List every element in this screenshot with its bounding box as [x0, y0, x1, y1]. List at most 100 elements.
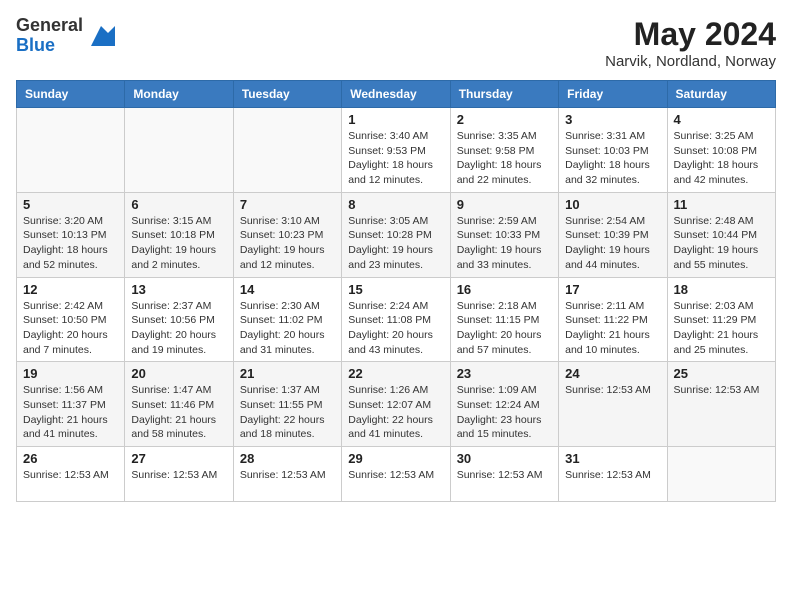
day-info: Sunrise: 3:40 AM Sunset: 9:53 PM Dayligh… [348, 129, 443, 188]
calendar-cell: 10Sunrise: 2:54 AM Sunset: 10:39 PM Dayl… [559, 192, 667, 277]
day-info: Sunrise: 3:25 AM Sunset: 10:08 PM Daylig… [674, 129, 769, 188]
calendar-cell [17, 108, 125, 193]
calendar-header-row: SundayMondayTuesdayWednesdayThursdayFrid… [17, 81, 776, 108]
day-info: Sunrise: 2:18 AM Sunset: 11:15 PM Daylig… [457, 299, 552, 358]
day-info: Sunrise: 12:53 AM [240, 468, 335, 483]
calendar-cell: 8 Sunrise: 3:05 AM Sunset: 10:28 PM Dayli… [342, 192, 450, 277]
day-number: 6 [131, 197, 226, 212]
calendar-cell: 6 Sunrise: 3:15 AM Sunset: 10:18 PM Dayli… [125, 192, 233, 277]
day-number: 29 [348, 451, 443, 466]
day-number: 14 [240, 282, 335, 297]
calendar-cell: 2 Sunrise: 3:35 AM Sunset: 9:58 PM Daylig… [450, 108, 558, 193]
day-info: Sunrise: 3:10 AM Sunset: 10:23 PM Daylig… [240, 214, 335, 273]
day-info: Sunrise: 1:37 AM Sunset: 11:55 PM Daylig… [240, 383, 335, 442]
day-info: Sunrise: 12:53 AM [348, 468, 443, 483]
day-number: 18 [674, 282, 769, 297]
day-info: Sunrise: 3:35 AM Sunset: 9:58 PM Dayligh… [457, 129, 552, 188]
day-number: 20 [131, 366, 226, 381]
calendar-cell: 11Sunrise: 2:48 AM Sunset: 10:44 PM Dayl… [667, 192, 775, 277]
day-info: Sunrise: 1:26 AM Sunset: 12:07 AM Daylig… [348, 383, 443, 442]
day-info: Sunrise: 2:42 AM Sunset: 10:50 PM Daylig… [23, 299, 118, 358]
day-number: 8 [348, 197, 443, 212]
calendar-cell: 28 Sunrise: 12:53 AM [233, 447, 341, 502]
day-info: Sunrise: 3:31 AM Sunset: 10:03 PM Daylig… [565, 129, 660, 188]
day-number: 17 [565, 282, 660, 297]
day-info: Sunrise: 2:37 AM Sunset: 10:56 PM Daylig… [131, 299, 226, 358]
day-info: Sunrise: 12:53 AM [565, 383, 660, 398]
calendar-cell: 3Sunrise: 3:31 AM Sunset: 10:03 PM Dayli… [559, 108, 667, 193]
day-info: Sunrise: 3:15 AM Sunset: 10:18 PM Daylig… [131, 214, 226, 273]
calendar-cell [667, 447, 775, 502]
day-number: 23 [457, 366, 552, 381]
day-header-sunday: Sunday [17, 81, 125, 108]
day-info: Sunrise: 2:30 AM Sunset: 11:02 PM Daylig… [240, 299, 335, 358]
calendar-cell: 12 Sunrise: 2:42 AM Sunset: 10:50 PM Dayl… [17, 277, 125, 362]
header: General Blue May 2024 Narvik, Nordland, … [16, 16, 776, 70]
calendar-cell: 18 Sunrise: 2:03 AM Sunset: 11:29 PM Dayl… [667, 277, 775, 362]
day-number: 7 [240, 197, 335, 212]
calendar-week-row: 26Sunrise: 12:53 AM27Sunrise: 12:53 AM28… [17, 447, 776, 502]
day-number: 12 [23, 282, 118, 297]
calendar-cell: 26Sunrise: 12:53 AM [17, 447, 125, 502]
day-number: 15 [348, 282, 443, 297]
day-info: Sunrise: 2:11 AM Sunset: 11:22 PM Daylig… [565, 299, 660, 358]
calendar-cell: 25 Sunrise: 12:53 AM [667, 362, 775, 447]
day-header-saturday: Saturday [667, 81, 775, 108]
calendar-cell: 29 Sunrise: 12:53 AM [342, 447, 450, 502]
day-number: 5 [23, 197, 118, 212]
calendar-week-row: 1 Sunrise: 3:40 AM Sunset: 9:53 PM Daylig… [17, 108, 776, 193]
location-subtitle: Narvik, Nordland, Norway [605, 53, 776, 70]
day-info: Sunrise: 3:20 AM Sunset: 10:13 PM Daylig… [23, 214, 118, 273]
day-header-wednesday: Wednesday [342, 81, 450, 108]
day-header-friday: Friday [559, 81, 667, 108]
day-number: 26 [23, 451, 118, 466]
calendar-week-row: 19Sunrise: 1:56 AM Sunset: 11:37 PM Dayl… [17, 362, 776, 447]
day-number: 22 [348, 366, 443, 381]
calendar-table: SundayMondayTuesdayWednesdayThursdayFrid… [16, 80, 776, 502]
day-number: 16 [457, 282, 552, 297]
calendar-cell: 24 Sunrise: 12:53 AM [559, 362, 667, 447]
day-number: 2 [457, 112, 552, 127]
day-number: 24 [565, 366, 660, 381]
calendar-cell: 16 Sunrise: 2:18 AM Sunset: 11:15 PM Dayl… [450, 277, 558, 362]
title-area: May 2024 Narvik, Nordland, Norway [605, 16, 776, 70]
calendar-cell: 13 Sunrise: 2:37 AM Sunset: 10:56 PM Dayl… [125, 277, 233, 362]
calendar-cell: 20 Sunrise: 1:47 AM Sunset: 11:46 PM Dayl… [125, 362, 233, 447]
day-number: 9 [457, 197, 552, 212]
day-info: Sunrise: 1:47 AM Sunset: 11:46 PM Daylig… [131, 383, 226, 442]
day-header-tuesday: Tuesday [233, 81, 341, 108]
calendar-cell: 15Sunrise: 2:24 AM Sunset: 11:08 PM Dayl… [342, 277, 450, 362]
day-info: Sunrise: 12:53 AM [674, 383, 769, 398]
calendar-cell: 7 Sunrise: 3:10 AM Sunset: 10:23 PM Dayli… [233, 192, 341, 277]
logo: General Blue [16, 16, 115, 56]
day-info: Sunrise: 2:03 AM Sunset: 11:29 PM Daylig… [674, 299, 769, 358]
day-number: 21 [240, 366, 335, 381]
day-number: 28 [240, 451, 335, 466]
calendar-cell: 14 Sunrise: 2:30 AM Sunset: 11:02 PM Dayl… [233, 277, 341, 362]
day-header-thursday: Thursday [450, 81, 558, 108]
day-info: Sunrise: 2:48 AM Sunset: 10:44 PM Daylig… [674, 214, 769, 273]
calendar-week-row: 12 Sunrise: 2:42 AM Sunset: 10:50 PM Dayl… [17, 277, 776, 362]
day-info: Sunrise: 3:05 AM Sunset: 10:28 PM Daylig… [348, 214, 443, 273]
calendar-cell: 22 Sunrise: 1:26 AM Sunset: 12:07 AM Dayl… [342, 362, 450, 447]
day-number: 25 [674, 366, 769, 381]
day-info: Sunrise: 12:53 AM [565, 468, 660, 483]
calendar-cell [233, 108, 341, 193]
day-info: Sunrise: 1:56 AM Sunset: 11:37 PM Daylig… [23, 383, 118, 442]
calendar-cell: 1 Sunrise: 3:40 AM Sunset: 9:53 PM Daylig… [342, 108, 450, 193]
calendar-cell: 17 Sunrise: 2:11 AM Sunset: 11:22 PM Dayl… [559, 277, 667, 362]
calendar-cell: 5 Sunrise: 3:20 AM Sunset: 10:13 PM Dayli… [17, 192, 125, 277]
logo-icon [87, 22, 115, 50]
calendar-cell: 31Sunrise: 12:53 AM [559, 447, 667, 502]
day-number: 1 [348, 112, 443, 127]
calendar-cell: 9 Sunrise: 2:59 AM Sunset: 10:33 PM Dayli… [450, 192, 558, 277]
month-year-title: May 2024 [605, 16, 776, 53]
calendar-cell: 4Sunrise: 3:25 AM Sunset: 10:08 PM Dayli… [667, 108, 775, 193]
day-info: Sunrise: 12:53 AM [131, 468, 226, 483]
calendar-cell [125, 108, 233, 193]
day-info: Sunrise: 1:09 AM Sunset: 12:24 AM Daylig… [457, 383, 552, 442]
calendar-cell: 23 Sunrise: 1:09 AM Sunset: 12:24 AM Dayl… [450, 362, 558, 447]
day-info: Sunrise: 2:59 AM Sunset: 10:33 PM Daylig… [457, 214, 552, 273]
calendar-cell: 27Sunrise: 12:53 AM [125, 447, 233, 502]
day-number: 13 [131, 282, 226, 297]
